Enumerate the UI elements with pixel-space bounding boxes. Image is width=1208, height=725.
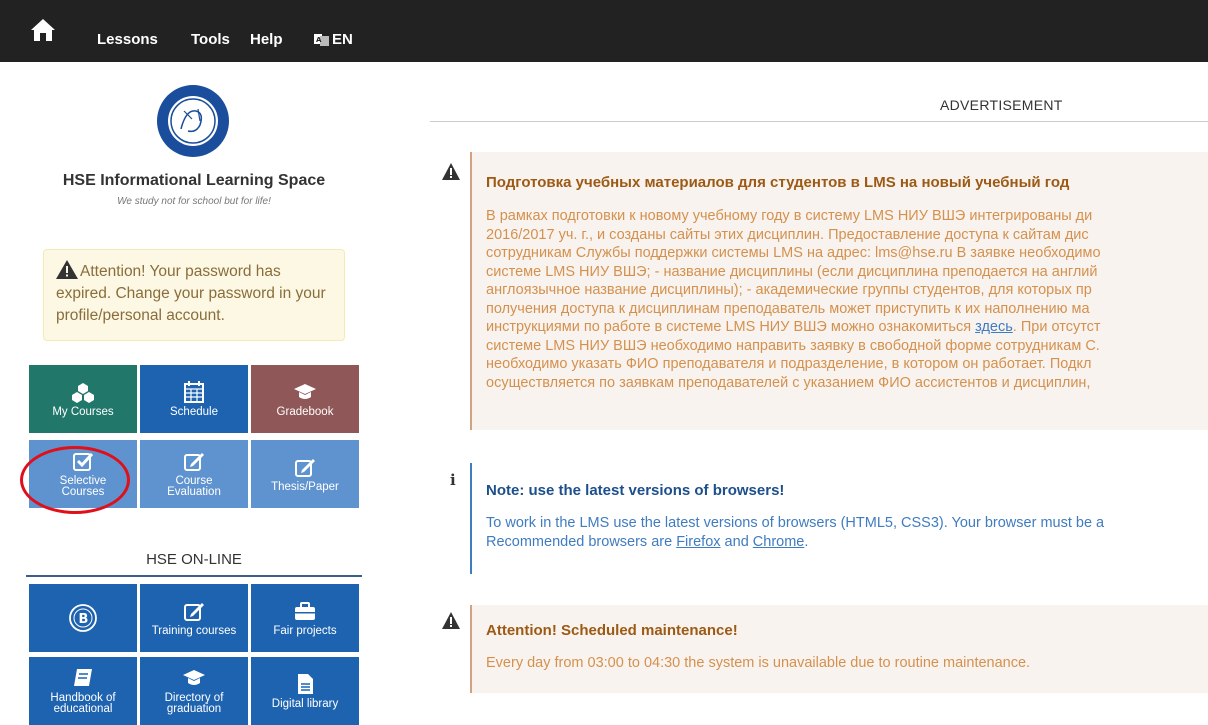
tile-schedule[interactable]: Schedule <box>140 365 248 433</box>
news-text: and <box>720 533 753 550</box>
tile-label: Training courses <box>151 624 237 637</box>
divider <box>430 121 1208 122</box>
tile-label: My Courses <box>52 405 114 418</box>
tile-handbook[interactable]: Handbook of educational <box>29 657 137 725</box>
divider <box>26 575 362 577</box>
news-line: Recommended browsers are Firefox and Chr… <box>486 533 1104 552</box>
tile-hse-online[interactable]: B <box>29 584 137 652</box>
cubes-icon <box>72 382 94 403</box>
news-line: системе LMS НИУ ВШЭ необходимо направить… <box>486 337 1100 354</box>
tile-my-courses[interactable]: My Courses <box>29 365 137 433</box>
document-icon <box>298 673 313 694</box>
warning-icon <box>442 612 460 629</box>
site-title: HSE Informational Learning Space <box>62 172 326 189</box>
news-body: To work in the LMS use the latest versio… <box>486 514 1104 551</box>
warning-icon <box>56 260 78 279</box>
news-text: . При отсутст <box>1012 319 1101 335</box>
hse-logo[interactable] <box>148 81 238 161</box>
nav-help[interactable]: Help <box>250 31 283 48</box>
news-text: . <box>804 533 809 550</box>
edit-icon <box>184 453 204 471</box>
tile-label: Schedule <box>170 405 218 418</box>
edit-icon <box>184 602 204 621</box>
svg-text:B: B <box>79 612 89 627</box>
top-navbar: Lessons Tools Help A EN <box>0 0 1208 62</box>
news-line: получения доступа к дисциплинам преподав… <box>486 300 1090 317</box>
link-firefox[interactable]: Firefox <box>676 534 720 550</box>
news-line: осуществляется по заявкам преподавателей… <box>486 374 1091 391</box>
news-line: To work in the LMS use the latest versio… <box>486 515 1105 531</box>
highlight-circle-annotation <box>20 446 130 514</box>
news-text: инструкциями по работе в системе LMS НИУ… <box>486 319 976 335</box>
briefcase-icon <box>295 601 315 620</box>
hse-emblem-icon: B <box>69 604 97 632</box>
nav-tools[interactable]: Tools <box>191 31 230 48</box>
tile-label-line2: educational <box>53 703 113 715</box>
news-title: Note: use the latest versions of browser… <box>486 482 785 499</box>
news-item-browsers: Note: use the latest versions of browser… <box>470 463 1208 574</box>
tile-directory[interactable]: Directory of graduation <box>140 657 248 725</box>
news-title: Attention! Scheduled maintenance! <box>486 622 738 639</box>
tile-label-line2: graduation <box>166 703 222 715</box>
advertisement-heading: ADVERTISEMENT <box>940 97 1063 113</box>
warning-icon <box>442 163 460 180</box>
news-line: системе LMS НИУ ВШЭ; - название дисципли… <box>486 263 1098 280</box>
tile-thesis-paper[interactable]: Thesis/Paper <box>251 440 359 508</box>
book-icon <box>74 669 92 686</box>
alert-text: Attention! Your password has expired. Ch… <box>56 263 326 324</box>
news-line: необходимо указать ФИО преподавателя и п… <box>486 356 1092 372</box>
tile-label: Digital library <box>271 697 339 710</box>
translate-icon: A <box>314 33 329 46</box>
tile-course-evaluation[interactable]: Course Evaluation <box>140 440 248 508</box>
news-body: Every day from 03:00 to 04:30 the system… <box>486 655 1031 671</box>
tile-digital-library[interactable]: Digital library <box>251 657 359 725</box>
news-item-lms-preparation: Подготовка учебных материалов для студен… <box>470 152 1208 430</box>
news-body: В рамках подготовки к новому учебному го… <box>486 207 1101 392</box>
news-item-maintenance: Attention! Scheduled maintenance! Every … <box>470 605 1208 693</box>
tile-gradebook[interactable]: Gradebook <box>251 365 359 433</box>
tile-training-courses[interactable]: Training courses <box>140 584 248 652</box>
news-line: англоязычное название дисциплины); - ака… <box>486 282 1092 298</box>
news-text: Recommended browsers are <box>486 533 677 550</box>
link-chrome[interactable]: Chrome <box>753 534 805 550</box>
password-expired-alert: Attention! Your password has expired. Ch… <box>43 249 345 341</box>
tile-label: Fair projects <box>273 624 337 637</box>
svg-text:A: A <box>316 36 322 44</box>
nav-lessons[interactable]: Lessons <box>97 31 158 48</box>
news-line: сотрудникам Службы поддержки системы LMS… <box>486 245 1101 261</box>
site-tagline: We study not for school but for life! <box>117 196 271 207</box>
edit-icon <box>295 458 315 477</box>
language-selector[interactable]: A EN <box>314 31 353 48</box>
tile-fair-projects[interactable]: Fair projects <box>251 584 359 652</box>
tile-label-line2: Evaluation <box>167 486 221 498</box>
hse-online-heading: HSE ON-LINE <box>146 551 242 568</box>
tile-label: Thesis/Paper <box>271 480 339 493</box>
graduation-cap-icon <box>294 383 316 399</box>
news-title: Подготовка учебных материалов для студен… <box>486 174 1070 191</box>
news-line: 2016/2017 уч. г., и созданы сайты этих д… <box>486 226 1089 243</box>
home-icon[interactable] <box>30 17 56 43</box>
news-line: В рамках подготовки к новому учебному го… <box>486 208 1093 224</box>
graduation-cap-icon <box>183 670 205 685</box>
link-here[interactable]: здесь <box>975 319 1013 335</box>
calendar-icon <box>184 380 204 403</box>
tile-label: Gradebook <box>276 405 334 418</box>
info-icon: i <box>450 471 456 489</box>
news-line: инструкциями по работе в системе LMS НИУ… <box>486 318 1101 337</box>
language-label: EN <box>332 31 353 48</box>
